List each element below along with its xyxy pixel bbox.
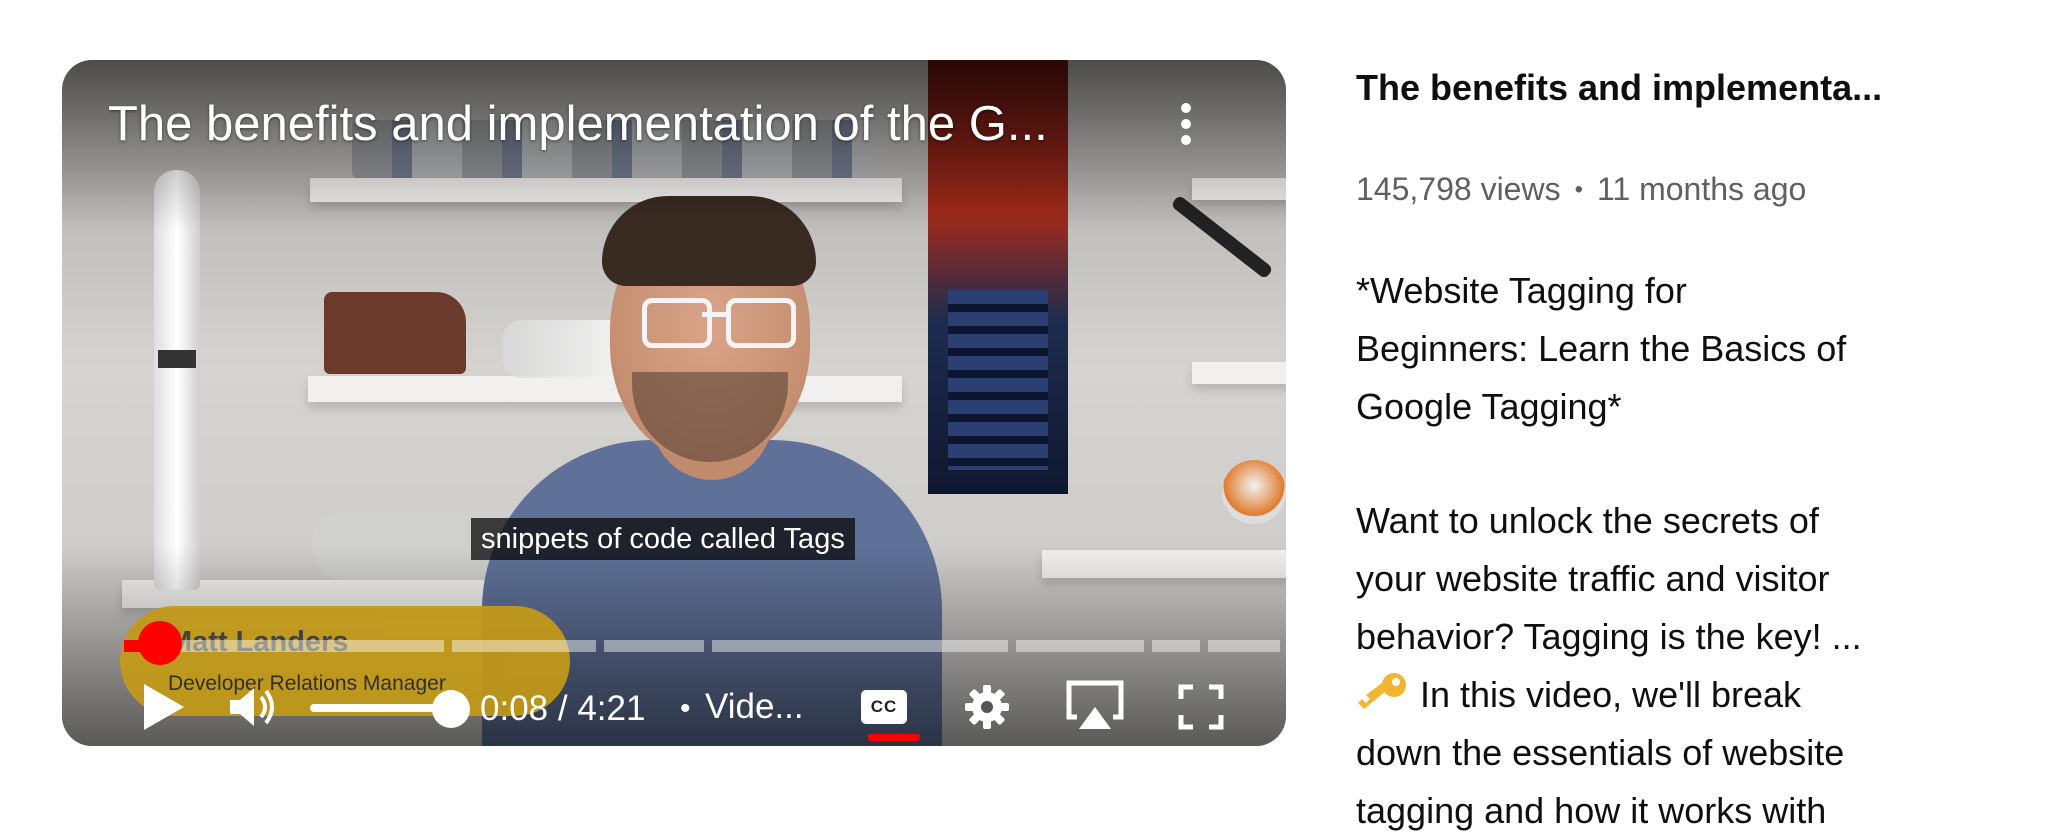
video-metadata: 145,798 views • 11 months ago xyxy=(1356,166,1806,216)
subtitles-button[interactable]: CC xyxy=(852,674,916,740)
chapter-title-button[interactable]: Vide... xyxy=(705,682,804,732)
video-overlay-title[interactable]: The benefits and implementation of the G… xyxy=(108,92,1168,156)
description-line: your website traffic and visitor xyxy=(1356,558,1830,599)
more-vert-icon xyxy=(1181,103,1191,113)
current-time: 0:08 xyxy=(480,689,549,728)
airplay-icon xyxy=(1066,680,1124,729)
time-separator: / xyxy=(548,689,578,728)
progress-bar[interactable] xyxy=(124,640,1286,652)
fullscreen-icon xyxy=(1178,684,1224,730)
description-line: tagging and how it works with xyxy=(1356,790,1827,831)
cc-icon: CC xyxy=(861,690,907,724)
chapter-separator-dot: • xyxy=(680,692,691,725)
description-line: Google Tagging* xyxy=(1356,386,1622,427)
meta-separator-dot: • xyxy=(1574,176,1583,203)
play-button[interactable] xyxy=(128,672,198,742)
more-options-button[interactable] xyxy=(1158,94,1214,154)
description-line: Beginners: Learn the Basics of xyxy=(1356,328,1847,369)
volume-slider-handle[interactable] xyxy=(432,690,470,728)
fullscreen-button[interactable] xyxy=(1170,674,1232,740)
video-player[interactable]: The benefits and implementation of the G… xyxy=(62,60,1286,746)
progress-scrubber-handle[interactable] xyxy=(138,621,182,665)
upload-age: 11 months ago xyxy=(1596,171,1807,207)
view-count: 145,798 views xyxy=(1356,171,1561,207)
volume-slider-track[interactable] xyxy=(310,704,446,712)
volume-button[interactable] xyxy=(222,676,284,738)
closed-caption-text: snippets of code called Tags xyxy=(471,518,855,560)
player-controls: 0:08 / 4:21 • Vide... CC xyxy=(62,666,1286,746)
video-description[interactable]: *Website Tagging for Beginners: Learn th… xyxy=(1356,262,1956,840)
play-icon xyxy=(144,684,184,730)
description-line: down the essentials of website xyxy=(1356,732,1845,773)
description-line: Want to unlock the secrets of xyxy=(1356,500,1819,541)
key-icon xyxy=(1358,673,1406,709)
description-line: *Website Tagging for xyxy=(1356,270,1687,311)
description-line: behavior? Tagging is the key! ... xyxy=(1356,616,1862,657)
airplay-button[interactable] xyxy=(1060,672,1130,738)
settings-button[interactable] xyxy=(954,674,1020,740)
description-line: In this video, we'll break xyxy=(1420,674,1802,715)
video-title[interactable]: The benefits and implementa... xyxy=(1356,64,1956,112)
volume-icon xyxy=(230,688,274,726)
total-time: 4:21 xyxy=(577,689,646,728)
subtitles-active-indicator xyxy=(868,734,920,741)
description-line-with-icon: In this video, we'll break xyxy=(1356,666,1956,724)
time-display: 0:08 / 4:21 xyxy=(480,684,645,734)
settings-icon xyxy=(965,685,1009,729)
